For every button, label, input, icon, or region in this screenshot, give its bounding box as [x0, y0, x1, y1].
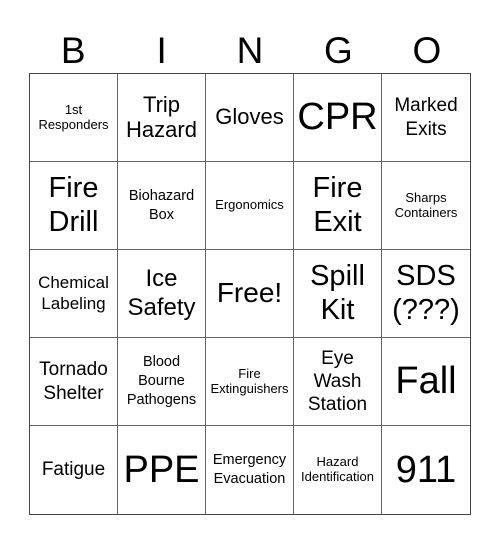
- bingo-cell[interactable]: Sharps Containers: [382, 162, 470, 250]
- header-letter-o: O: [412, 30, 442, 71]
- header-letter-i: I: [156, 30, 167, 71]
- bingo-cell[interactable]: Spill Kit: [294, 250, 382, 338]
- bingo-cell[interactable]: PPE: [118, 426, 206, 514]
- bingo-cell[interactable]: Ergonomics: [206, 162, 294, 250]
- bingo-cell[interactable]: Trip Hazard: [118, 74, 206, 162]
- bingo-card-grid: 1st Responders Trip Hazard Gloves CPR Marked…: [29, 73, 471, 515]
- bingo-cell[interactable]: Tornado Shelter: [30, 338, 118, 426]
- bingo-cell[interactable]: Fire Exit: [294, 162, 382, 250]
- bingo-header: B I N G O: [29, 28, 471, 73]
- bingo-cell[interactable]: Gloves: [206, 74, 294, 162]
- bingo-cell[interactable]: Biohazard Box: [118, 162, 206, 250]
- header-letter-g: G: [324, 30, 353, 71]
- bingo-cell[interactable]: 911: [382, 426, 470, 514]
- bingo-cell[interactable]: Marked Exits: [382, 74, 470, 162]
- header-letter-b: B: [60, 30, 86, 71]
- bingo-cell[interactable]: Fall: [382, 338, 470, 426]
- bingo-cell[interactable]: SDS (???): [382, 250, 470, 338]
- bingo-cell[interactable]: Emergency Evacuation: [206, 426, 294, 514]
- free-space-cell[interactable]: Free!: [206, 250, 294, 338]
- bingo-cell[interactable]: Ice Safety: [118, 250, 206, 338]
- bingo-cell[interactable]: Hazard Identification: [294, 426, 382, 514]
- bingo-cell[interactable]: Fire Extinguishers: [206, 338, 294, 426]
- bingo-cell[interactable]: CPR: [294, 74, 382, 162]
- bingo-cell[interactable]: Eye Wash Station: [294, 338, 382, 426]
- header-letter-n: N: [236, 30, 264, 71]
- bingo-cell[interactable]: Fire Drill: [30, 162, 118, 250]
- bingo-cell[interactable]: Fatigue: [30, 426, 118, 514]
- bingo-cell[interactable]: Chemical Labeling: [30, 250, 118, 338]
- bingo-cell[interactable]: 1st Responders: [30, 74, 118, 162]
- bingo-cell[interactable]: Blood Bourne Pathogens: [118, 338, 206, 426]
